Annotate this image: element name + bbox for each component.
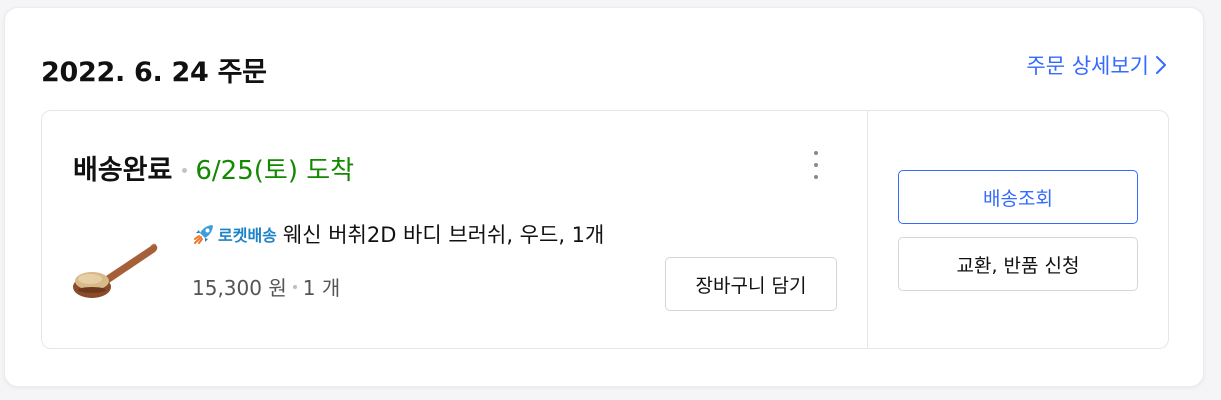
body-brush-image — [73, 243, 158, 298]
shipment-status-line: 배송완료 6/25(토) 도착 — [73, 148, 354, 187]
track-shipment-button[interactable]: 배송조회 — [898, 170, 1138, 224]
product-thumbnail[interactable] — [72, 241, 162, 311]
product-quantity: 1 개 — [302, 276, 341, 300]
rocket-icon — [194, 225, 213, 244]
exchange-return-button[interactable]: 교환, 반품 신청 — [898, 237, 1138, 291]
arrival-date: 6/25(토) 도착 — [195, 156, 355, 186]
product-name[interactable]: 웨신 버취2D 바디 브러쉬, 우드, 1개 — [283, 219, 604, 249]
order-card: 2022. 6. 24 주문 주문 상세보기 배송완료 6/25(토) 도착 로… — [4, 7, 1204, 387]
order-date-title: 2022. 6. 24 주문 — [41, 57, 267, 88]
order-detail-link[interactable]: 주문 상세보기 — [1026, 50, 1167, 80]
more-vertical-icon[interactable] — [806, 151, 826, 179]
price-line: 15,300 원 1 개 — [192, 272, 340, 301]
product-price: 15,300 원 — [192, 276, 287, 300]
shipment-box: 배송완료 6/25(토) 도착 로켓배송 웨신 버취2D 바디 브러쉬, 우드,… — [41, 110, 1169, 349]
shipment-left-pane: 배송완료 6/25(토) 도착 로켓배송 웨신 버취2D 바디 브러쉬, 우드,… — [42, 111, 868, 348]
add-to-cart-button[interactable]: 장바구니 담기 — [665, 257, 837, 311]
product-name-line[interactable]: 로켓배송 웨신 버취2D 바디 브러쉬, 우드, 1개 — [192, 219, 604, 249]
separator-dot — [292, 284, 297, 289]
rocket-delivery-badge: 로켓배송 — [192, 222, 277, 246]
chevron-right-icon — [1156, 56, 1166, 74]
order-detail-link-label: 주문 상세보기 — [1026, 54, 1149, 78]
delivery-status: 배송완료 — [73, 155, 173, 186]
rocket-delivery-label: 로켓배송 — [218, 226, 277, 245]
separator-dot — [182, 168, 188, 173]
